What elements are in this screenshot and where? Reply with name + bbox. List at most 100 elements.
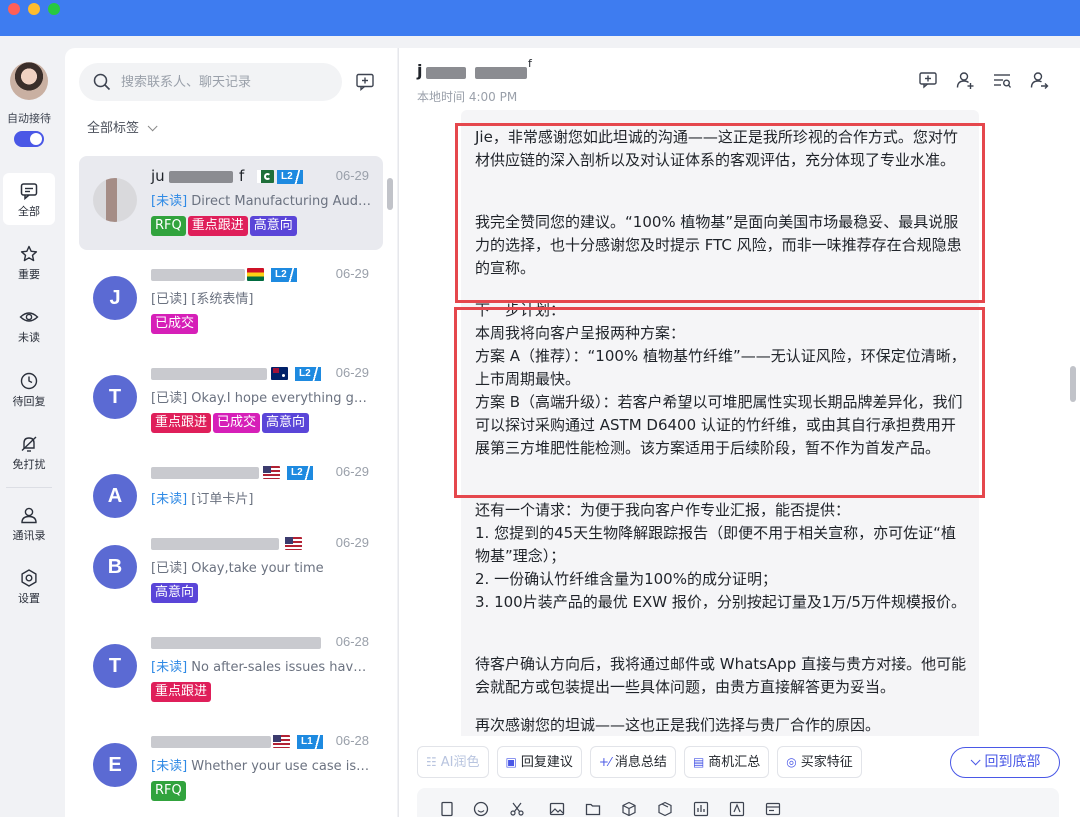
chat-list-item[interactable]: T 06-28 [未读] No after-sales issues have … xyxy=(79,622,383,716)
minimize-window-button[interactable] xyxy=(28,3,40,15)
buyer-level-badge: L2 xyxy=(295,367,321,381)
contact-avatar xyxy=(93,178,137,222)
auto-reception-toggle[interactable] xyxy=(14,131,44,147)
new-chat-icon[interactable] xyxy=(355,72,375,92)
contact-avatar: E xyxy=(93,743,137,787)
country-flag-pk xyxy=(257,170,274,183)
country-flag-us xyxy=(285,537,302,550)
add-chat-icon[interactable] xyxy=(918,70,938,90)
buyer-level-badge: L2 xyxy=(277,170,303,184)
chat-list-item[interactable]: J L2 06-29 [已读] [系统表情] 已成交 xyxy=(79,254,383,348)
transfer-user-icon[interactable] xyxy=(1029,70,1049,90)
bell-off-icon xyxy=(21,436,37,452)
tag-filter-label: 全部标签 xyxy=(87,121,140,136)
filter-list-icon[interactable] xyxy=(992,70,1012,90)
tag-badge: 高意向 xyxy=(262,413,310,433)
buyer-profile-icon: ◎ xyxy=(786,755,797,769)
preview-text: Direct Manufacturing Audit... xyxy=(191,194,373,209)
contact-name-suffix: f xyxy=(239,167,245,185)
close-window-button[interactable] xyxy=(8,3,20,15)
redacted-name xyxy=(151,467,259,479)
composer-toolbar xyxy=(417,788,1059,817)
chat-list-item[interactable]: A L2 06-29 [未读] [订单卡片] xyxy=(79,452,383,534)
nav-item-dnd[interactable]: 免打扰 xyxy=(3,426,55,478)
redacted-name xyxy=(151,368,267,380)
emoji-icon[interactable] xyxy=(473,801,489,817)
nav-item-contacts[interactable]: 通讯录 xyxy=(3,497,55,549)
opportunity-summary-button[interactable]: ▤ 商机汇总 xyxy=(683,746,770,778)
button-label: 商机汇总 xyxy=(708,755,761,770)
zoom-window-button[interactable] xyxy=(48,3,60,15)
auto-reception-label: 自动接待 xyxy=(7,112,51,125)
back-to-bottom-button[interactable]: 回到底部 xyxy=(950,747,1060,778)
highlight-box xyxy=(454,307,985,498)
search-icon xyxy=(93,73,111,91)
button-label: 回复建议 xyxy=(520,755,573,770)
chat-preview: [未读] Direct Manufacturing Audit... xyxy=(151,190,373,209)
message-area: Jie，非常感谢您如此坦诚的沟通——这正是我所珍视的合作方式。您对竹材供应链的深… xyxy=(399,110,1080,736)
nav-item-pending[interactable]: 待回复 xyxy=(3,363,55,415)
user-avatar[interactable] xyxy=(10,62,48,100)
chat-time: 06-28 xyxy=(335,733,369,748)
star-icon xyxy=(20,245,38,262)
nav-label: 重要 xyxy=(18,268,40,281)
search-input[interactable] xyxy=(121,63,331,101)
chat-time: 06-29 xyxy=(335,535,369,550)
nav-label: 免打扰 xyxy=(12,458,46,471)
chat-list-item[interactable]: E L1 06-28 [未读] Whether your use case is… xyxy=(79,721,383,815)
reply-suggestion-button[interactable]: ▣ 回复建议 xyxy=(496,746,582,778)
contact-avatar: A xyxy=(93,474,137,518)
contact-name-visible: j xyxy=(417,61,423,80)
chat-tags: 重点跟进 xyxy=(151,680,213,702)
nav-label: 通讯录 xyxy=(12,529,46,542)
read-status: [未读] xyxy=(151,660,188,675)
opportunity-icon: ▤ xyxy=(692,755,705,769)
nav-item-all[interactable]: 全部 xyxy=(3,173,55,225)
card-icon[interactable] xyxy=(729,801,745,817)
ai-polish-button[interactable]: ☷ AI润色 xyxy=(417,746,489,778)
read-status: [已读] xyxy=(151,561,188,576)
nav-item-settings[interactable]: 设置 xyxy=(3,560,55,612)
chat-preview: [未读] No after-sales issues have been... xyxy=(151,656,373,675)
redacted-name xyxy=(151,637,321,649)
tag-badge: 已成交 xyxy=(151,314,199,334)
list-scrollbar[interactable] xyxy=(387,178,393,210)
toggle-knob xyxy=(30,133,42,145)
redacted-name xyxy=(151,736,271,748)
folder-icon[interactable] xyxy=(585,801,601,817)
chart-icon[interactable] xyxy=(693,801,709,817)
chat-preview: [未读] Whether your use case is for... xyxy=(151,755,373,774)
chat-list-item[interactable]: B 06-29 [已读] Okay,take your time 高意向 xyxy=(79,523,383,617)
chat-list-item[interactable]: ju f L2 06-29 [未读] Direct Manufacturing … xyxy=(79,156,383,250)
highlight-box xyxy=(455,123,985,303)
tag-badge: RFQ xyxy=(151,781,186,801)
tag-filter-dropdown[interactable]: 全部标签 xyxy=(87,117,158,136)
message-paragraph: 还有一个请求：为便于我向客户作专业汇报，能否提供： 1. 您提到的45天生物降解… xyxy=(475,501,966,611)
back-to-bottom-label: 回到底部 xyxy=(984,754,1041,770)
contacts-icon xyxy=(21,507,37,524)
add-user-icon[interactable] xyxy=(955,70,975,90)
window-titlebar xyxy=(0,0,1080,36)
tag-badge: RFQ xyxy=(151,216,186,236)
image-icon[interactable] xyxy=(549,801,565,817)
tag-badge: 已成交 xyxy=(213,413,261,433)
chat-preview: [未读] [订单卡片] xyxy=(151,488,373,507)
summary-icon: +⁄ xyxy=(598,755,611,769)
chat-list-item[interactable]: T L2 06-29 [已读] Okay.I hope everything g… xyxy=(79,353,383,447)
message-scrollbar[interactable] xyxy=(1070,366,1076,402)
file-icon[interactable] xyxy=(439,801,455,817)
package-icon[interactable] xyxy=(657,801,673,817)
product-icon[interactable] xyxy=(621,801,637,817)
buyer-profile-button[interactable]: ◎ 买家特征 xyxy=(777,746,862,778)
chat-tags: RFQ 重点跟进 高意向 xyxy=(151,214,299,236)
tag-badge: 重点跟进 xyxy=(151,682,212,702)
search-box[interactable] xyxy=(79,63,342,101)
nav-item-important[interactable]: 重要 xyxy=(3,236,55,288)
scissors-icon[interactable] xyxy=(509,801,525,817)
invoice-icon[interactable] xyxy=(765,801,781,817)
local-time: 本地时间 4:00 PM xyxy=(417,90,518,104)
nav-item-unread[interactable]: 未读 xyxy=(3,299,55,351)
redacted-name xyxy=(426,67,466,79)
message-summary-button[interactable]: +⁄ 消息总结 xyxy=(589,746,676,778)
country-flag-gh xyxy=(247,268,264,281)
